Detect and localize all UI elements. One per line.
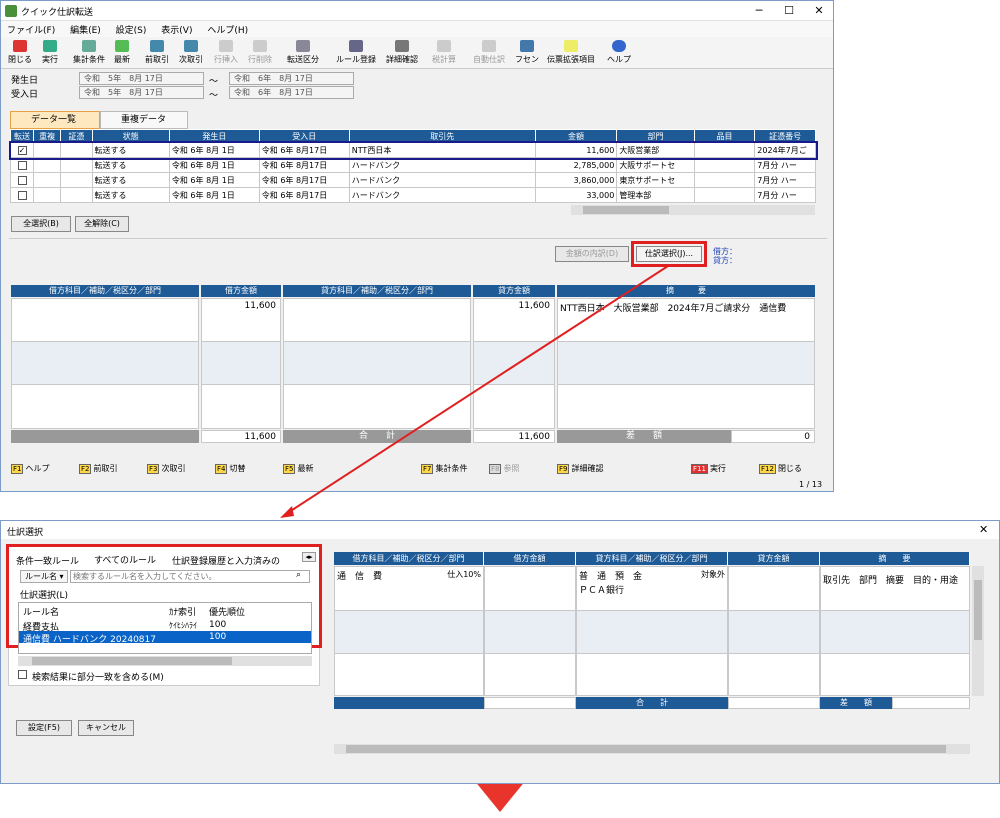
partial-match-label: 検索結果に部分一致を含める(M) bbox=[32, 673, 164, 683]
dialog-debit-amount-cell[interactable] bbox=[484, 610, 576, 654]
rule-name-dropdown[interactable]: ルール名 ▾ bbox=[20, 570, 68, 583]
tab-all-rules[interactable]: すべてのルール bbox=[94, 553, 157, 566]
connector-line bbox=[285, 265, 669, 515]
dialog-total-bar bbox=[334, 697, 484, 709]
scroll-thumb[interactable] bbox=[974, 580, 982, 640]
scroll-thumb[interactable] bbox=[32, 657, 232, 665]
list-hscrollbar[interactable] bbox=[18, 656, 312, 666]
list-item[interactable]: 経費支払 ｹｲﾋｼﾊﾗｲ 100 bbox=[19, 619, 311, 633]
partial-match-checkbox[interactable] bbox=[18, 670, 27, 679]
scroll-thumb[interactable] bbox=[346, 745, 946, 753]
dialog-summary-cell[interactable] bbox=[820, 610, 970, 654]
dialog-debit-cell[interactable] bbox=[334, 610, 484, 654]
dialog-header-debit-account: 借方科目／補助／税区分／部門 bbox=[334, 552, 484, 565]
list-header-name[interactable]: ルール名 bbox=[23, 605, 59, 618]
rule-list: ルール名 ｶﾅ索引 優先順位 経費支払 ｹｲﾋｼﾊﾗｲ 100 通信費 ハードバ… bbox=[18, 602, 312, 654]
dialog-title-bar: 仕訳選択 ✕ bbox=[1, 521, 999, 539]
dialog-title: 仕訳選択 bbox=[7, 528, 44, 538]
dialog-close-icon[interactable]: ✕ bbox=[979, 523, 988, 536]
dialog-total-debit-cell bbox=[484, 697, 576, 709]
dialog-header-credit-amount: 貸方金額 bbox=[728, 552, 820, 565]
list-header-kana[interactable]: ｶﾅ索引 bbox=[169, 605, 196, 618]
list-label: 仕訳選択(L) bbox=[20, 591, 69, 601]
tab-matching-rules[interactable]: 条件一致ルール bbox=[16, 554, 79, 567]
dialog-header-credit-account: 貸方科目／補助／税区分／部門 bbox=[576, 552, 728, 565]
list-header-priority[interactable]: 優先順位 bbox=[209, 605, 245, 618]
dialog-total-credit-cell bbox=[728, 697, 820, 709]
search-icon[interactable]: ⌕ bbox=[296, 570, 301, 580]
dialog-vscrollbar[interactable] bbox=[972, 566, 984, 696]
list-item-selected[interactable]: 通信費 ハードバンク 20240817 100 bbox=[19, 631, 311, 645]
cancel-button[interactable]: キャンセル bbox=[78, 720, 134, 736]
dialog-hscrollbar[interactable] bbox=[334, 744, 970, 754]
dialog-diff-label: 差 額 bbox=[820, 697, 892, 709]
dialog-header-summary: 摘 要 bbox=[820, 552, 970, 565]
rule-search-input[interactable] bbox=[70, 570, 310, 583]
dialog-credit-cell[interactable] bbox=[576, 610, 728, 654]
tab-history[interactable]: 仕訳登録履歴と入力済みの bbox=[172, 554, 302, 567]
dialog-header-debit-amount: 借方金額 bbox=[484, 552, 576, 565]
dialog-diff-cell bbox=[892, 697, 970, 709]
connector-arrowhead bbox=[280, 506, 294, 518]
dialog-total-label: 合 計 bbox=[576, 697, 728, 709]
settings-button[interactable]: 設定(F5) bbox=[16, 720, 72, 736]
tab-scroll-icon[interactable]: ◂▸ bbox=[302, 552, 316, 562]
dialog-credit-amount-cell[interactable] bbox=[728, 610, 820, 654]
